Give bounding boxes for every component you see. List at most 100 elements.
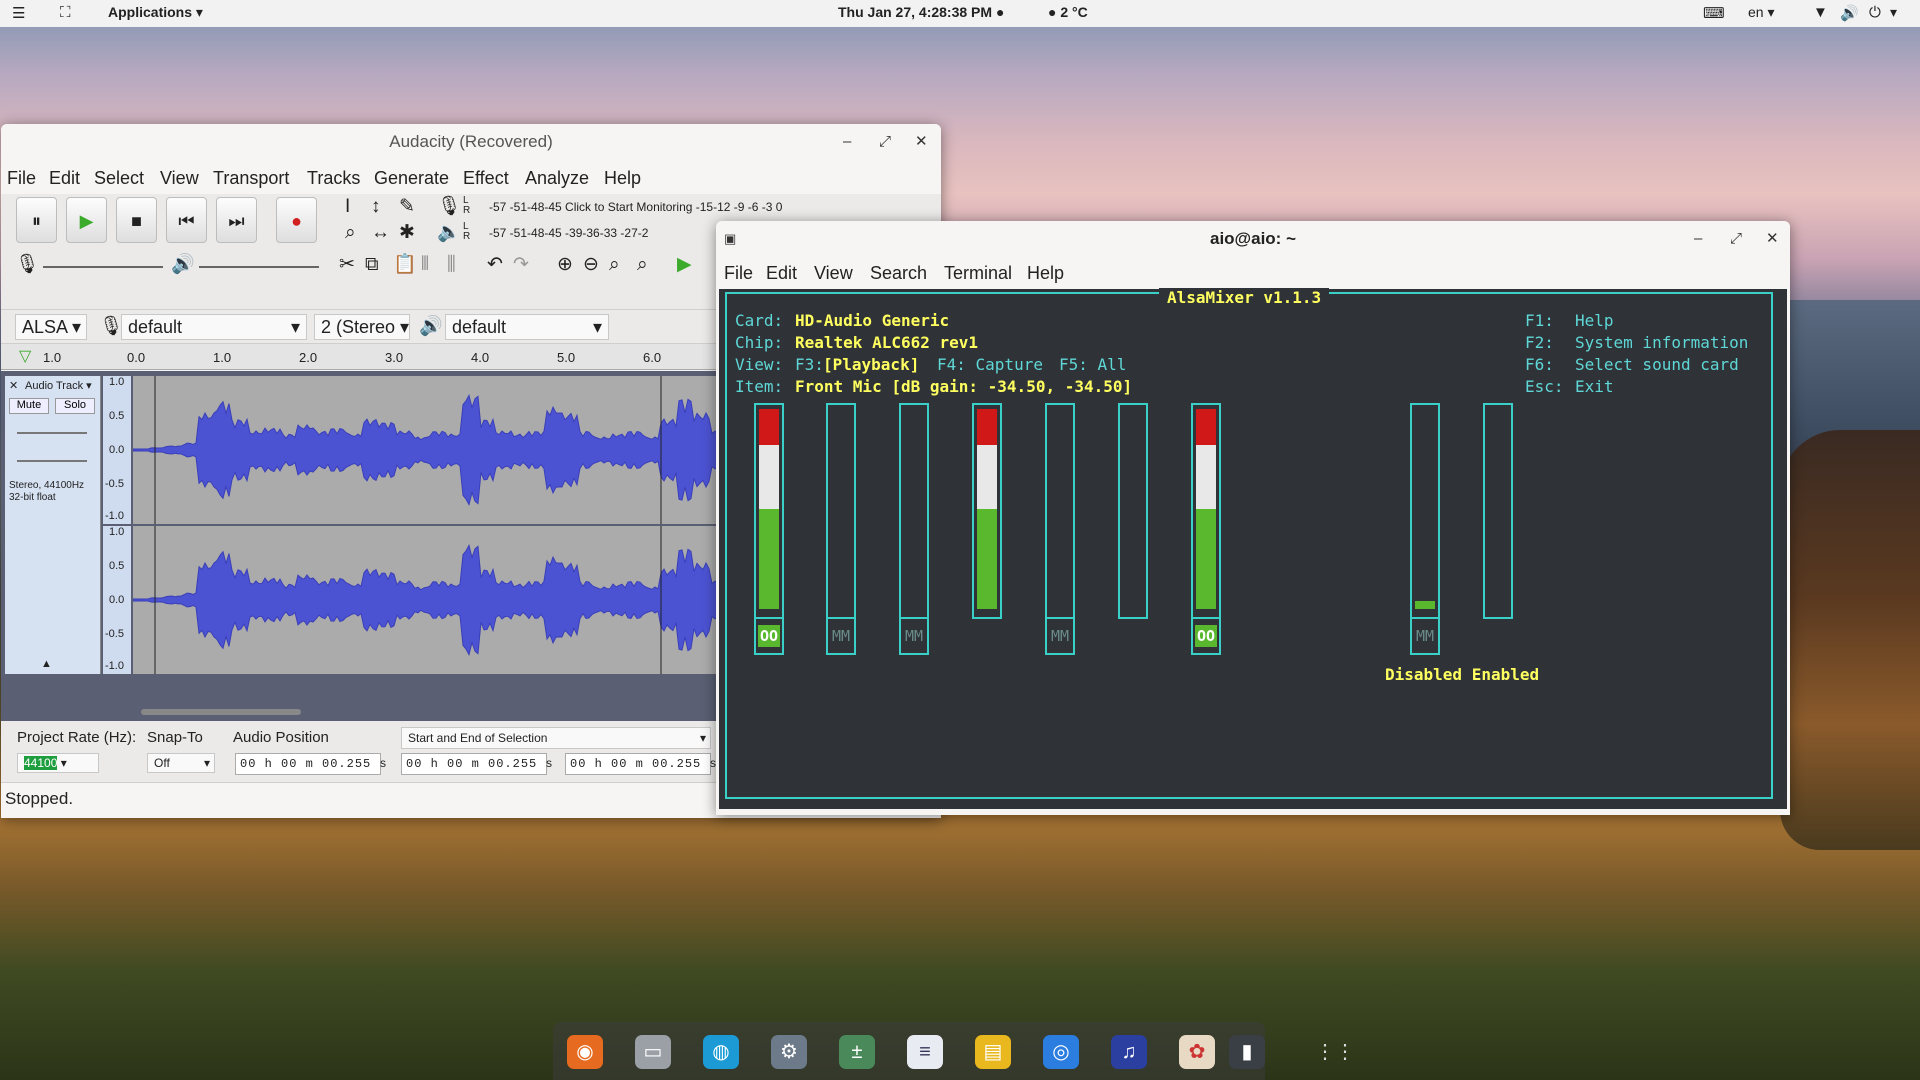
snap-to-select[interactable]: Off ▾ (147, 753, 215, 773)
record-meter-mic-icon[interactable]: 🎙 (437, 196, 461, 218)
channel-slider[interactable] (754, 403, 784, 619)
skip-end-button[interactable]: ⏭ (216, 197, 257, 243)
channel-slider[interactable] (1045, 403, 1075, 619)
channel-mute-toggle[interactable]: OO (754, 617, 784, 655)
fullscreen-icon[interactable]: ⛶ (60, 4, 71, 21)
menu-icon[interactable]: ☰ (12, 4, 25, 22)
audio-position-time[interactable]: 00 h 00 m 00.255 s (235, 753, 387, 775)
channel-mute-toggle[interactable]: MM (899, 617, 929, 655)
files-icon[interactable]: ▭ (635, 1035, 671, 1069)
applications-menu[interactable]: Applications ▾ (108, 4, 203, 21)
weather[interactable]: ● 2 °C (1048, 4, 1088, 20)
play-at-speed-icon[interactable]: ▶ (677, 254, 692, 276)
channel-slider[interactable] (826, 403, 856, 619)
menu-file[interactable]: File (7, 168, 36, 189)
view-capture[interactable]: F4: Capture (937, 355, 1043, 374)
selection-mode-select[interactable]: Start and End of Selection ▾ (401, 727, 711, 749)
solo-button[interactable]: Solo (55, 398, 95, 414)
view-playback[interactable]: [Playback] (823, 355, 919, 374)
language-indicator[interactable]: en ▾ (1748, 4, 1775, 21)
fit-project-icon[interactable]: ⌕ (637, 254, 648, 276)
menu-view[interactable]: View (814, 263, 853, 284)
redo-icon[interactable]: ↷ (513, 254, 529, 276)
channel-mute-toggle[interactable]: MM (826, 617, 856, 655)
close-button[interactable]: ✕ (1766, 221, 1779, 257)
terminal-titlebar[interactable]: aio@aio: ~ (716, 221, 1790, 257)
project-rate-select[interactable]: 44100 ▾ (17, 753, 99, 773)
selection-tool-icon[interactable]: I (345, 196, 350, 218)
cut-icon[interactable]: ✂ (339, 254, 355, 276)
view-all[interactable]: F5: All (1059, 355, 1126, 374)
record-meter[interactable]: -57 -51-48-45 Click to Start Monitoring … (489, 200, 782, 214)
close-button[interactable]: ✕ (915, 124, 928, 160)
pause-button[interactable]: ⏸ (16, 197, 57, 243)
track-close-icon[interactable]: ✕ (9, 379, 18, 392)
fit-selection-icon[interactable]: ⌕ (609, 254, 620, 276)
play-button[interactable]: ▶ (66, 197, 107, 243)
settings-icon[interactable]: ⚙ (771, 1035, 807, 1069)
channel-slider[interactable] (1483, 403, 1513, 619)
menu-view[interactable]: View (160, 168, 199, 189)
mute-button[interactable]: Mute (9, 398, 49, 414)
channel-mute-toggle[interactable]: MM (1045, 617, 1075, 655)
undo-icon[interactable]: ↶ (487, 254, 503, 276)
play-meter-speaker-icon[interactable]: 🔈 (437, 222, 461, 244)
menu-terminal[interactable]: Terminal (944, 263, 1012, 284)
maximize-button[interactable]: ⤢ (879, 124, 891, 160)
skip-start-button[interactable]: ⏮ (166, 197, 207, 243)
channel-slider[interactable] (1118, 403, 1148, 619)
paste-icon[interactable]: 📋 (393, 254, 417, 276)
clock[interactable]: Thu Jan 27, 4:28:38 PM ● (838, 4, 1004, 20)
app-grid-icon[interactable]: ⋮⋮ (1315, 1035, 1355, 1069)
zoom-tool-icon[interactable]: ⌕ (345, 222, 356, 244)
record-button[interactable]: ● (276, 197, 317, 243)
maximize-button[interactable]: ⤢ (1730, 221, 1742, 257)
channel-slider[interactable] (899, 403, 929, 619)
menu-file[interactable]: File (724, 263, 753, 284)
archive-icon[interactable]: ▤ (975, 1035, 1011, 1069)
browser-icon[interactable]: ◍ (703, 1035, 739, 1069)
menu-tracks[interactable]: Tracks (307, 168, 360, 189)
terminal-icon[interactable]: ▮ (1229, 1035, 1265, 1069)
silence-icon[interactable]: ⫼ (447, 254, 456, 276)
channel-slider[interactable] (972, 403, 1002, 619)
alsamixer-screen[interactable]: AlsaMixer v1.1.3 Card: HD-Audio Generic … (719, 288, 1787, 809)
audio-host-select[interactable]: ALSA ▾ (15, 314, 87, 340)
volume-icon[interactable]: 🔊 (1840, 4, 1859, 22)
headphones-icon[interactable]: ♫ (1111, 1035, 1147, 1069)
channel-mute-toggle[interactable]: OO (1191, 617, 1221, 655)
channels-select[interactable]: 2 (Stereo ▾ (314, 314, 410, 340)
zoom-in-icon[interactable]: ⊕ (557, 254, 573, 276)
playback-device-select[interactable]: default ▾ (445, 314, 609, 340)
timeshift-tool-icon[interactable]: ↔ (371, 222, 390, 244)
pan-slider[interactable] (17, 460, 87, 462)
text-editor-icon[interactable]: ≡ (907, 1035, 943, 1069)
stop-button[interactable]: ■ (116, 197, 157, 243)
horizontal-scrollbar[interactable] (141, 709, 301, 715)
menu-generate[interactable]: Generate (374, 168, 449, 189)
selection-end-time[interactable]: 00 h 00 m 00.255 s (565, 753, 717, 775)
channel-slider[interactable] (1191, 403, 1221, 619)
menu-search[interactable]: Search (870, 263, 927, 284)
record-volume-slider[interactable] (43, 266, 163, 268)
envelope-tool-icon[interactable]: ↕ (371, 196, 381, 218)
keyboard-icon[interactable]: ⌨ (1703, 4, 1725, 22)
power-icon[interactable]: ⏻ (1869, 4, 1881, 21)
channel-mute-toggle[interactable]: MM (1410, 617, 1440, 655)
multi-tool-icon[interactable]: ✱ (399, 222, 415, 244)
minimize-button[interactable]: – (1694, 221, 1702, 257)
palette-icon[interactable]: ✿ (1179, 1035, 1215, 1069)
zoom-out-icon[interactable]: ⊖ (583, 254, 599, 276)
chrome-icon[interactable]: ◎ (1043, 1035, 1079, 1069)
menu-edit[interactable]: Edit (49, 168, 80, 189)
menu-help[interactable]: Help (1027, 263, 1064, 284)
power-menu-arrow[interactable]: ▾ (1890, 4, 1897, 21)
menu-edit[interactable]: Edit (766, 263, 797, 284)
trim-icon[interactable]: ⫴ (421, 254, 429, 276)
wifi-icon[interactable]: ▼ (1813, 4, 1828, 21)
playback-volume-slider[interactable] (199, 266, 319, 268)
gain-slider[interactable] (17, 432, 87, 434)
menu-transport[interactable]: Transport (213, 168, 289, 189)
audacity-titlebar[interactable]: Audacity (Recovered) (1, 124, 941, 160)
menu-select[interactable]: Select (94, 168, 144, 189)
